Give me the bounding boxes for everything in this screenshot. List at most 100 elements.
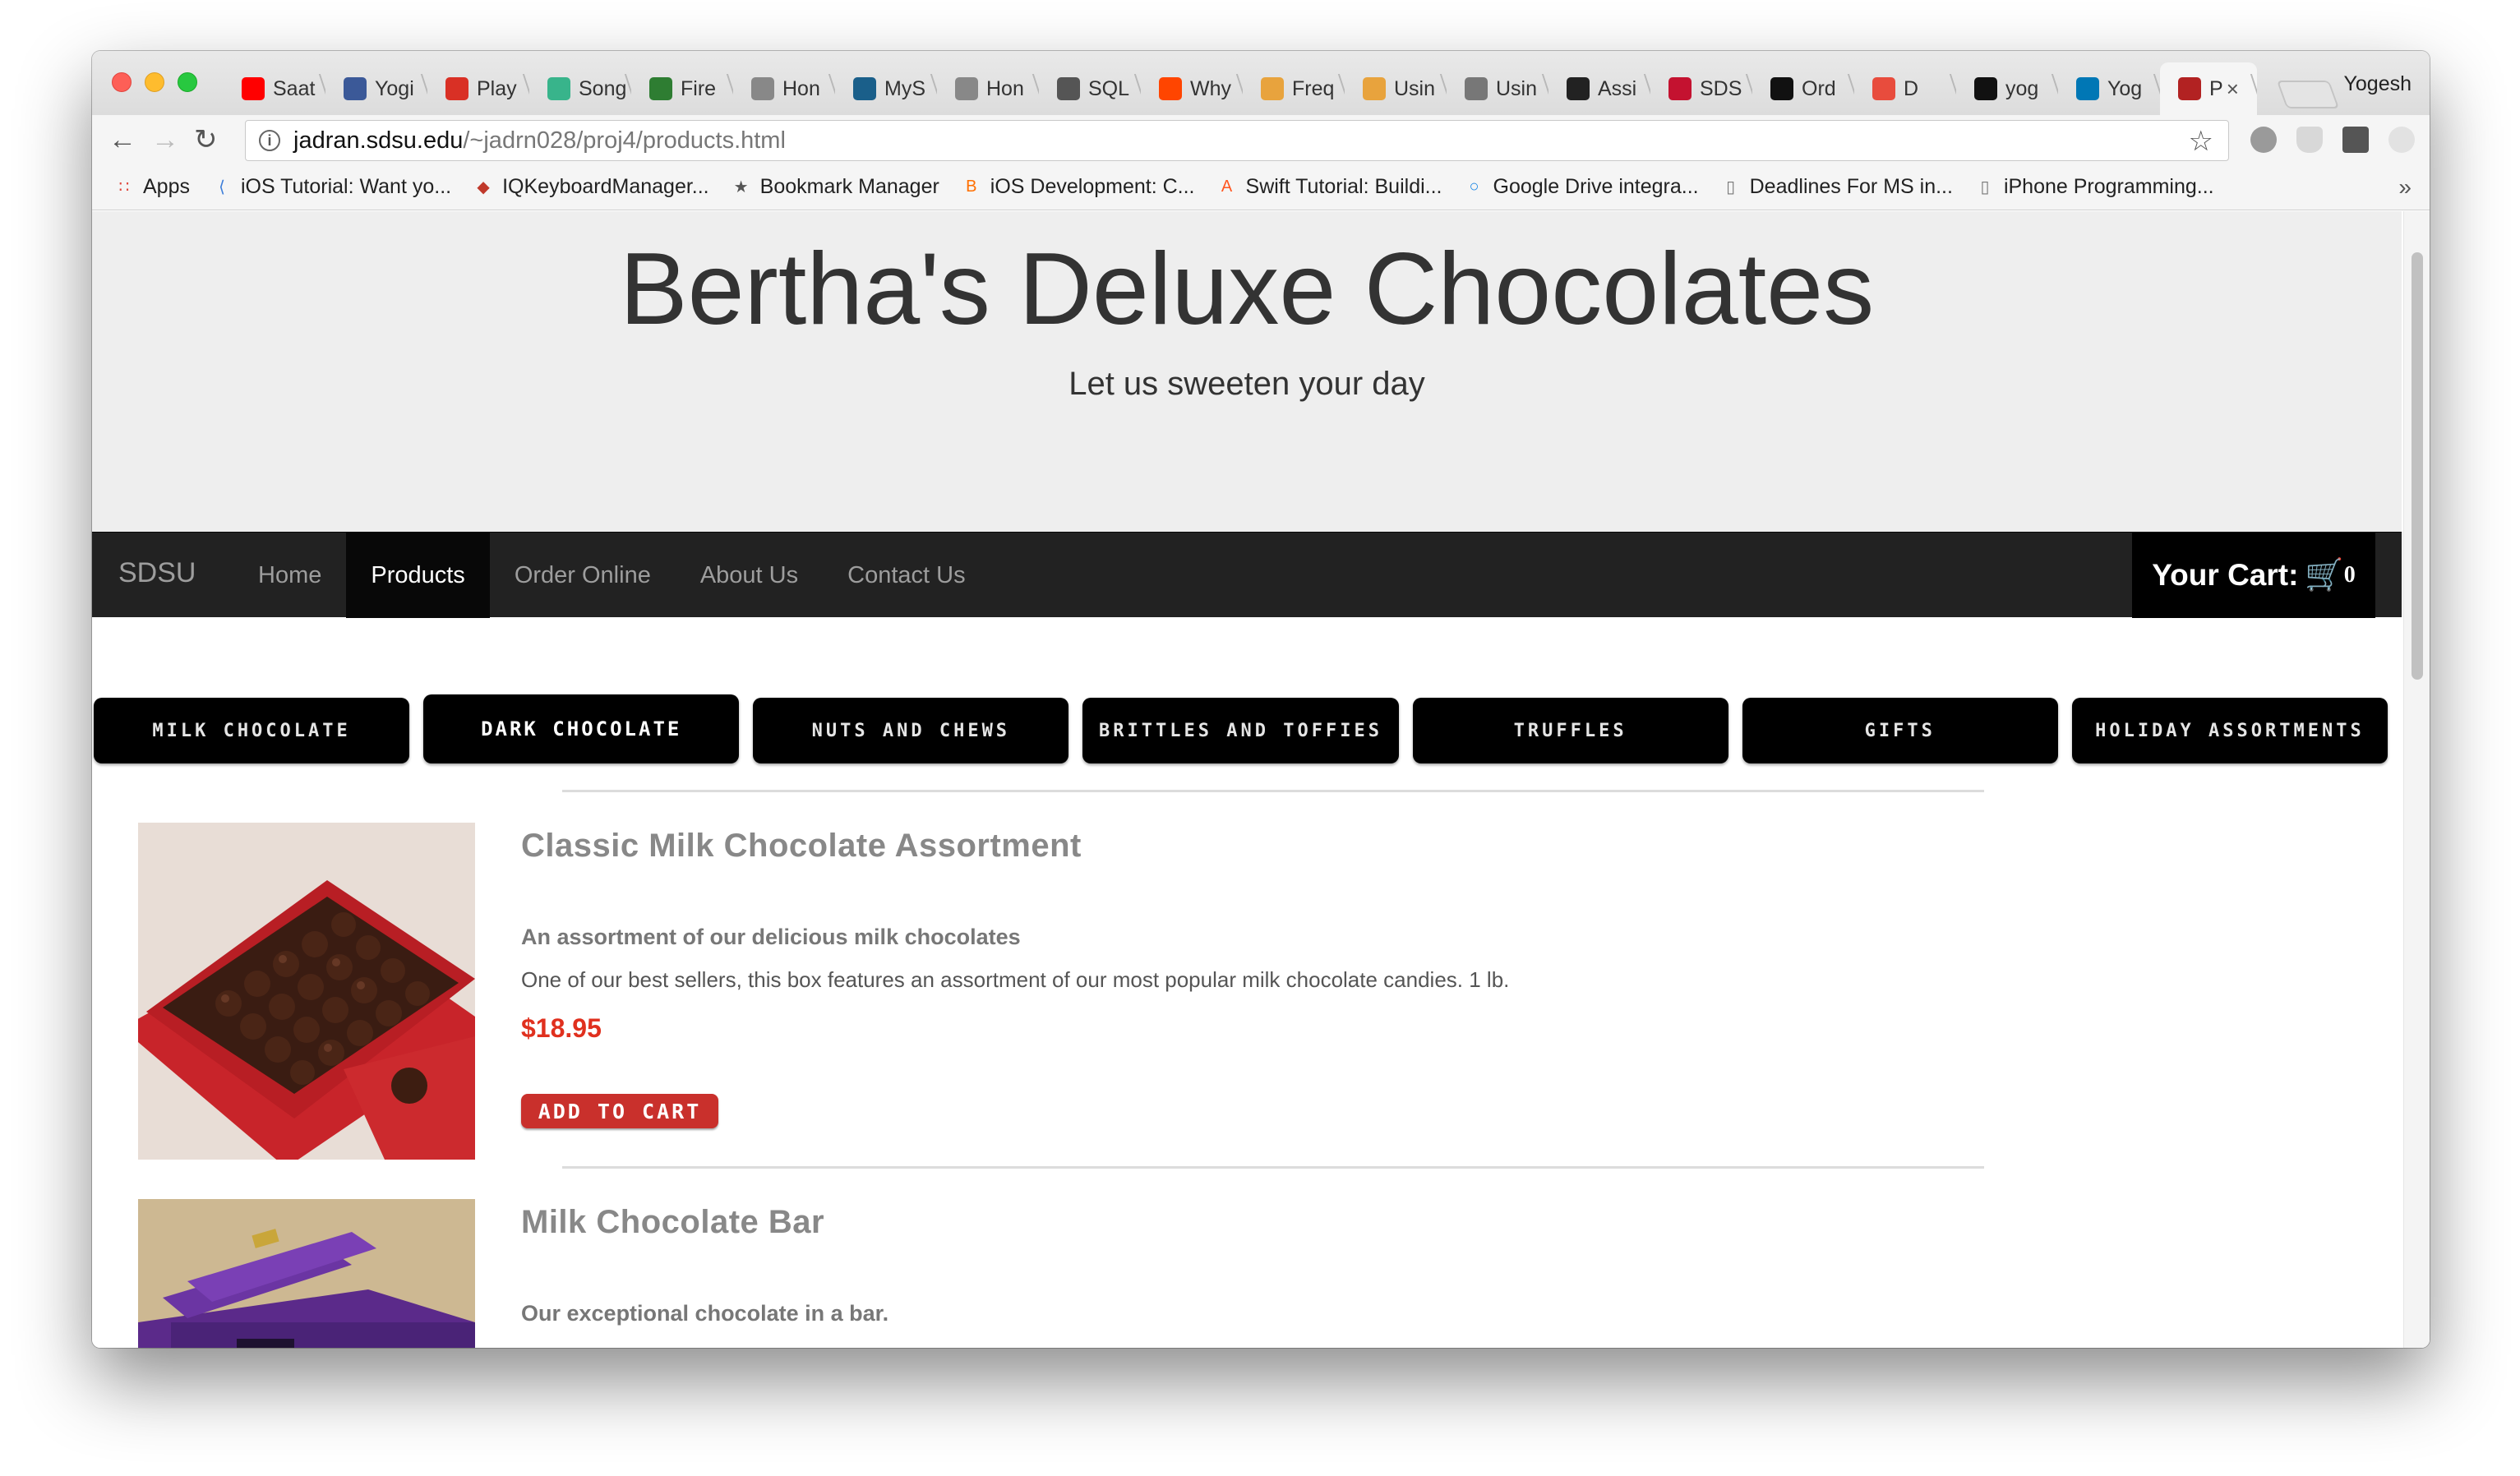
document-icon: ▯ bbox=[1726, 178, 1736, 196]
nav-link[interactable]: Products bbox=[346, 533, 490, 618]
browser-tab[interactable]: Hon bbox=[733, 62, 835, 115]
browser-tab[interactable]: Saat bbox=[224, 62, 325, 115]
cart-label: Your Cart: bbox=[2152, 558, 2299, 592]
settings-icon bbox=[751, 77, 774, 100]
tab-title: SQL bbox=[1088, 76, 1130, 100]
browser-tab[interactable]: Ord bbox=[1752, 62, 1854, 115]
minimize-window-button[interactable] bbox=[145, 72, 164, 92]
bookmark-item[interactable]: ∷ Apps bbox=[113, 175, 190, 199]
product-name: Milk Chocolate Bar bbox=[521, 1204, 825, 1240]
browser-tab[interactable]: Hon bbox=[937, 62, 1039, 115]
sdsu-icon bbox=[1668, 77, 1692, 100]
browser-tab[interactable]: Assi bbox=[1548, 62, 1650, 115]
bookmark-item[interactable]: ▯ iPhone Programming... bbox=[1974, 175, 2214, 199]
profile-name[interactable]: Yogesh bbox=[2344, 72, 2412, 96]
product-image-chocolate-bar[interactable] bbox=[138, 1199, 475, 1348]
browser-tab[interactable]: MyS bbox=[835, 62, 937, 115]
reddit-icon bbox=[1159, 77, 1182, 100]
add-to-cart-button[interactable]: ADD TO CART bbox=[521, 1094, 718, 1128]
browser-tab[interactable]: Freq bbox=[1243, 62, 1345, 115]
nav-link[interactable]: Contact Us bbox=[823, 533, 990, 618]
bookmark-label: Swift Tutorial: Buildi... bbox=[1245, 175, 1442, 198]
browser-tab[interactable]: Usin bbox=[1447, 62, 1548, 115]
linkedin-icon bbox=[2076, 77, 2099, 100]
browser-tab[interactable]: Yogi bbox=[325, 62, 427, 115]
forward-arrow-icon[interactable]: → bbox=[151, 123, 179, 156]
browser-tab[interactable]: P × bbox=[2160, 62, 2257, 115]
browser-tab[interactable]: SDS bbox=[1650, 62, 1752, 115]
drive-icon: ○ bbox=[1469, 178, 1479, 196]
browser-tab[interactable]: Why bbox=[1141, 62, 1243, 115]
gmail-icon bbox=[445, 77, 468, 100]
cart-button[interactable]: Your Cart: 🛒 0 bbox=[2132, 533, 2375, 618]
browser-tab[interactable]: SQL bbox=[1039, 62, 1141, 115]
g-icon bbox=[1872, 77, 1895, 100]
nav-link[interactable]: Home bbox=[233, 533, 346, 618]
browser-tab[interactable]: Song bbox=[529, 62, 631, 115]
site-info-icon[interactable]: i bbox=[259, 130, 280, 151]
browser-tab[interactable]: Play bbox=[427, 62, 529, 115]
site-tagline: Let us sweeten your day bbox=[1068, 366, 1425, 402]
back-arrow-icon[interactable]: ← bbox=[108, 123, 136, 156]
bookmark-item[interactable]: BiOS Development: C... bbox=[961, 175, 1195, 199]
bookmark-label: iOS Tutorial: Want yo... bbox=[240, 175, 452, 198]
bookmark-item[interactable]: ◆ IQKeyboardManager... bbox=[473, 175, 709, 199]
bookmark-item[interactable]: ▯ Deadlines For MS in... bbox=[1720, 175, 1953, 199]
youtube-icon bbox=[242, 77, 265, 100]
new-tab-button[interactable] bbox=[2276, 81, 2340, 108]
browser-tab[interactable]: yog bbox=[1956, 62, 2058, 115]
browser-tab[interactable]: D bbox=[1854, 62, 1956, 115]
browser-tabs: Saat Yogi Play Song Fire Hon MyS Hon SQL Why Freq U… bbox=[224, 62, 2257, 115]
zoom-window-button[interactable] bbox=[178, 72, 197, 92]
category-tab[interactable]: GIFTS bbox=[1742, 698, 2058, 763]
jumbotron: Bertha's Deluxe Chocolates Let us sweete… bbox=[92, 211, 2402, 532]
product-image-chocolate-box[interactable] bbox=[138, 823, 475, 1160]
browser-tab[interactable]: Usin bbox=[1345, 62, 1447, 115]
extension-settings-icon[interactable] bbox=[2250, 127, 2277, 153]
bookmarks-overflow-icon[interactable]: » bbox=[2398, 174, 2412, 201]
reload-icon[interactable]: ↻ bbox=[194, 123, 218, 156]
bookmark-item[interactable]: ⟨ iOS Tutorial: Want yo... bbox=[211, 175, 451, 199]
extension-shield-icon[interactable] bbox=[2296, 127, 2323, 153]
category-tab[interactable]: TRUFFLES bbox=[1412, 698, 1728, 763]
browser-window: Saat Yogi Play Song Fire Hon MyS Hon SQL Why Freq U… bbox=[92, 51, 2430, 1348]
category-tab[interactable]: HOLIDAY ASSORTMENTS bbox=[2071, 698, 2388, 763]
url-host: jadran.sdsu.edu bbox=[293, 127, 464, 154]
navbar-links: Home Products Order Online About Us Contact … bbox=[233, 533, 990, 618]
bookmark-label: IQKeyboardManager... bbox=[502, 175, 709, 198]
chrome-icon bbox=[1261, 77, 1284, 100]
tab-title: Hon bbox=[782, 76, 820, 100]
star-icon: ★ bbox=[733, 178, 749, 196]
bookmark-item[interactable]: ○ Google Drive integra... bbox=[1464, 175, 1698, 199]
bookmark-item[interactable]: ★ Bookmark Manager bbox=[731, 175, 939, 199]
bookmark-label: iPhone Programming... bbox=[2003, 175, 2214, 198]
nav-link[interactable]: About Us bbox=[676, 533, 823, 618]
blogger-icon: B bbox=[966, 178, 977, 196]
tab-title: Song bbox=[579, 76, 627, 100]
browser-tab[interactable]: Fire bbox=[631, 62, 733, 115]
category-tab[interactable]: BRITTLES AND TOFFIES bbox=[1082, 698, 1399, 763]
tab-title: Ord bbox=[1802, 76, 1836, 100]
address-bar[interactable]: i jadran.sdsu.edu/~jadrn028/proj4/produc… bbox=[245, 120, 2229, 161]
browser-tab[interactable]: Yog bbox=[2058, 62, 2160, 115]
extension-info-icon[interactable] bbox=[2388, 127, 2415, 153]
nav-link[interactable]: Order Online bbox=[490, 533, 676, 618]
category-tab[interactable]: MILK CHOCOLATE bbox=[94, 698, 410, 763]
extension-box-icon[interactable] bbox=[2342, 127, 2369, 153]
bookmark-label: iOS Development: C... bbox=[990, 175, 1195, 198]
bookmark-item[interactable]: A Swift Tutorial: Buildi... bbox=[1216, 175, 1442, 199]
category-tab[interactable]: NUTS AND CHEWS bbox=[753, 698, 1069, 763]
navbar-brand[interactable]: SDSU bbox=[118, 557, 196, 589]
category-tab[interactable]: DARK CHOCOLATE bbox=[423, 694, 740, 763]
firebase-icon bbox=[649, 77, 672, 100]
tab-title: Yogi bbox=[375, 76, 414, 100]
tab-title: Usin bbox=[1496, 76, 1538, 100]
scrollbar-thumb[interactable] bbox=[2412, 252, 2423, 680]
tab-title: SDS bbox=[1700, 76, 1742, 100]
close-window-button[interactable] bbox=[112, 72, 132, 92]
bookmark-label: Apps bbox=[143, 175, 190, 198]
close-tab-icon[interactable]: × bbox=[2227, 76, 2239, 102]
page-scrollbar[interactable] bbox=[2403, 211, 2430, 1348]
tab-title: Freq bbox=[1292, 76, 1335, 100]
bookmark-star-icon[interactable]: ☆ bbox=[2189, 125, 2213, 158]
